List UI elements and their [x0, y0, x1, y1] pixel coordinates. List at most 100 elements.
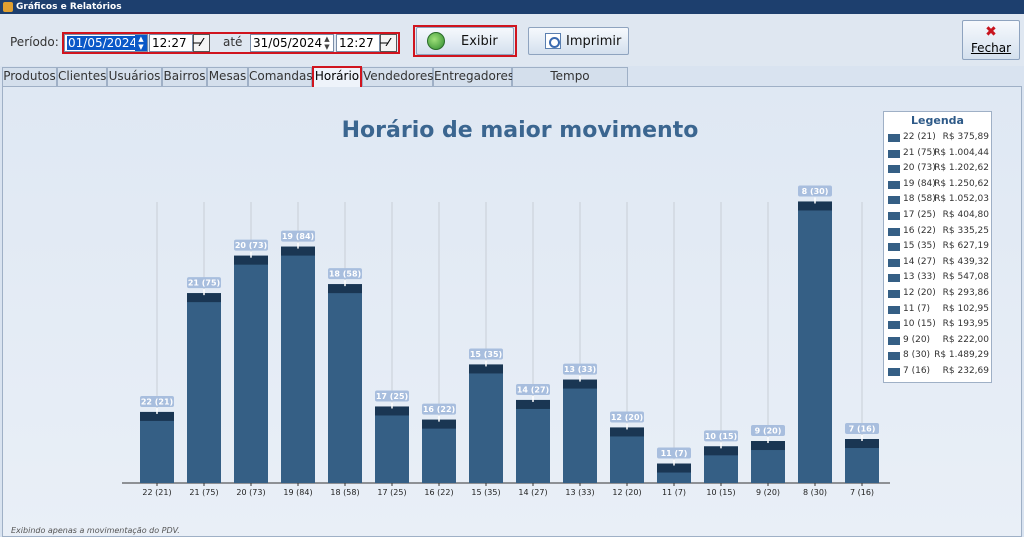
- legend-entry: 10 (15) R$ 193,95: [884, 317, 991, 333]
- x-tick-label: 20 (73): [236, 488, 265, 497]
- bar: [328, 284, 362, 483]
- legend-entry: 15 (35) R$ 627,19: [884, 239, 991, 255]
- legend-swatch: [888, 305, 900, 314]
- legend-swatch: [888, 258, 900, 267]
- x-tick-label: 11 (7): [662, 488, 686, 497]
- data-label: 16 (22): [423, 405, 455, 414]
- bar: [469, 364, 503, 483]
- x-tick-label: 15 (35): [471, 488, 500, 497]
- data-label: 20 (73): [235, 241, 267, 250]
- x-tick-label: 13 (33): [565, 488, 594, 497]
- legend-swatch: [888, 352, 900, 361]
- data-label: 22 (21): [141, 397, 173, 406]
- legend-value: R$ 1.250,62: [934, 178, 989, 189]
- legend-label: 8 (30): [903, 350, 931, 361]
- legend-value: R$ 102,95: [942, 303, 989, 314]
- legend-value: R$ 375,89: [942, 132, 989, 142]
- data-label: 18 (58): [329, 270, 361, 279]
- chart-legend: Legenda 22 (21) R$ 375,89 21 (75) R$ 1.004,…: [883, 111, 992, 383]
- legend-swatch: [888, 367, 900, 376]
- x-tick-label: 7 (16): [850, 488, 874, 497]
- legend-entry: 12 (20) R$ 293,86: [884, 286, 991, 302]
- legend-entry: 20 (73) R$ 1.202,62: [884, 161, 991, 177]
- footer-note: Exibindo apenas a movimentação do PDV.: [11, 526, 180, 535]
- bar: [234, 255, 268, 483]
- data-label: 7 (16): [849, 425, 876, 434]
- legend-swatch: [888, 227, 900, 236]
- x-tick-label: 18 (58): [330, 488, 359, 497]
- legend-swatch: [888, 149, 900, 158]
- legend-swatch: [888, 289, 900, 298]
- bar: [140, 411, 174, 483]
- bar: [516, 399, 550, 483]
- legend-entry: 11 (7) R$ 102,95: [884, 302, 991, 318]
- legend-label: 16 (22): [903, 225, 936, 236]
- legend-label: 9 (20): [903, 334, 931, 345]
- legend-value: R$ 293,86: [942, 287, 989, 298]
- bar: [563, 379, 597, 483]
- data-label: 17 (25): [376, 392, 408, 401]
- legend-value: R$ 232,69: [942, 365, 989, 376]
- legend-label: 20 (73): [903, 163, 936, 174]
- legend-label: 22 (21): [903, 132, 936, 142]
- legend-label: 17 (25): [903, 209, 936, 220]
- legend-swatch: [888, 196, 900, 205]
- data-label: 11 (7): [661, 449, 688, 458]
- x-tick-label: 22 (21): [142, 488, 171, 497]
- legend-label: 18 (58): [903, 194, 936, 205]
- data-label: 8 (30): [802, 187, 829, 196]
- legend-label: 21 (75): [903, 147, 936, 158]
- legend-label: 10 (15): [903, 319, 936, 330]
- legend-swatch: [888, 336, 900, 345]
- legend-value: R$ 1.004,44: [934, 147, 989, 158]
- x-tick-label: 14 (27): [518, 488, 547, 497]
- data-label: 19 (84): [282, 232, 314, 241]
- bar: [422, 419, 456, 483]
- x-tick-label: 17 (25): [377, 488, 406, 497]
- legend-value: R$ 547,08: [942, 272, 989, 283]
- bar: [187, 293, 221, 483]
- legend-value: R$ 193,95: [942, 319, 989, 330]
- legend-entry: 21 (75) R$ 1.004,44: [884, 146, 991, 162]
- legend-label: 11 (7): [903, 303, 931, 314]
- x-tick-label: 10 (15): [706, 488, 735, 497]
- data-label: 15 (35): [470, 350, 502, 359]
- bar-chart: 22 (21) 22 (21) 21 (75) 21 (75) 20 (73) 20 (7…: [122, 185, 890, 497]
- legend-swatch: [888, 274, 900, 283]
- data-label: 14 (27): [517, 385, 549, 394]
- x-tick-label: 9 (20): [756, 488, 780, 497]
- data-label: 10 (15): [705, 432, 737, 441]
- bar: [375, 406, 409, 483]
- legend-label: 19 (84): [903, 178, 936, 189]
- x-tick-label: 8 (30): [803, 488, 827, 497]
- tab-horario[interactable]: Horário: [312, 66, 362, 87]
- legend-entry: 9 (20) R$ 222,00: [884, 333, 991, 349]
- data-label: 9 (20): [755, 427, 782, 436]
- legend-value: R$ 404,80: [942, 209, 989, 220]
- legend-swatch: [888, 180, 900, 189]
- legend-value: R$ 439,32: [942, 256, 989, 267]
- legend-swatch: [888, 211, 900, 220]
- legend-label: 13 (33): [903, 272, 936, 283]
- legend-entry: 17 (25) R$ 404,80: [884, 208, 991, 224]
- legend-entry: 13 (33) R$ 547,08: [884, 270, 991, 286]
- legend-swatch: [888, 134, 900, 142]
- legend-label: 14 (27): [903, 256, 936, 267]
- legend-entry: 19 (84) R$ 1.250,62: [884, 177, 991, 193]
- legend-entry: 14 (27) R$ 439,32: [884, 255, 991, 271]
- legend-label: 15 (35): [903, 241, 936, 252]
- legend-swatch: [888, 321, 900, 330]
- legend-label: 12 (20): [903, 287, 936, 298]
- legend-value: R$ 1.202,62: [934, 163, 989, 174]
- legend-title: Legenda: [911, 114, 964, 127]
- legend-value: R$ 335,25: [942, 225, 989, 236]
- bar: [798, 201, 832, 484]
- legend-entry: 16 (22) R$ 335,25: [884, 224, 991, 240]
- x-tick-label: 12 (20): [612, 488, 641, 497]
- legend-entry: 22 (21) R$ 375,89: [884, 130, 991, 146]
- x-tick-label: 19 (84): [283, 488, 312, 497]
- legend-swatch: [888, 243, 900, 252]
- legend-entry: 18 (58) R$ 1.052,03: [884, 192, 991, 208]
- legend-label: 7 (16): [903, 365, 931, 376]
- legend-value: R$ 627,19: [942, 241, 989, 252]
